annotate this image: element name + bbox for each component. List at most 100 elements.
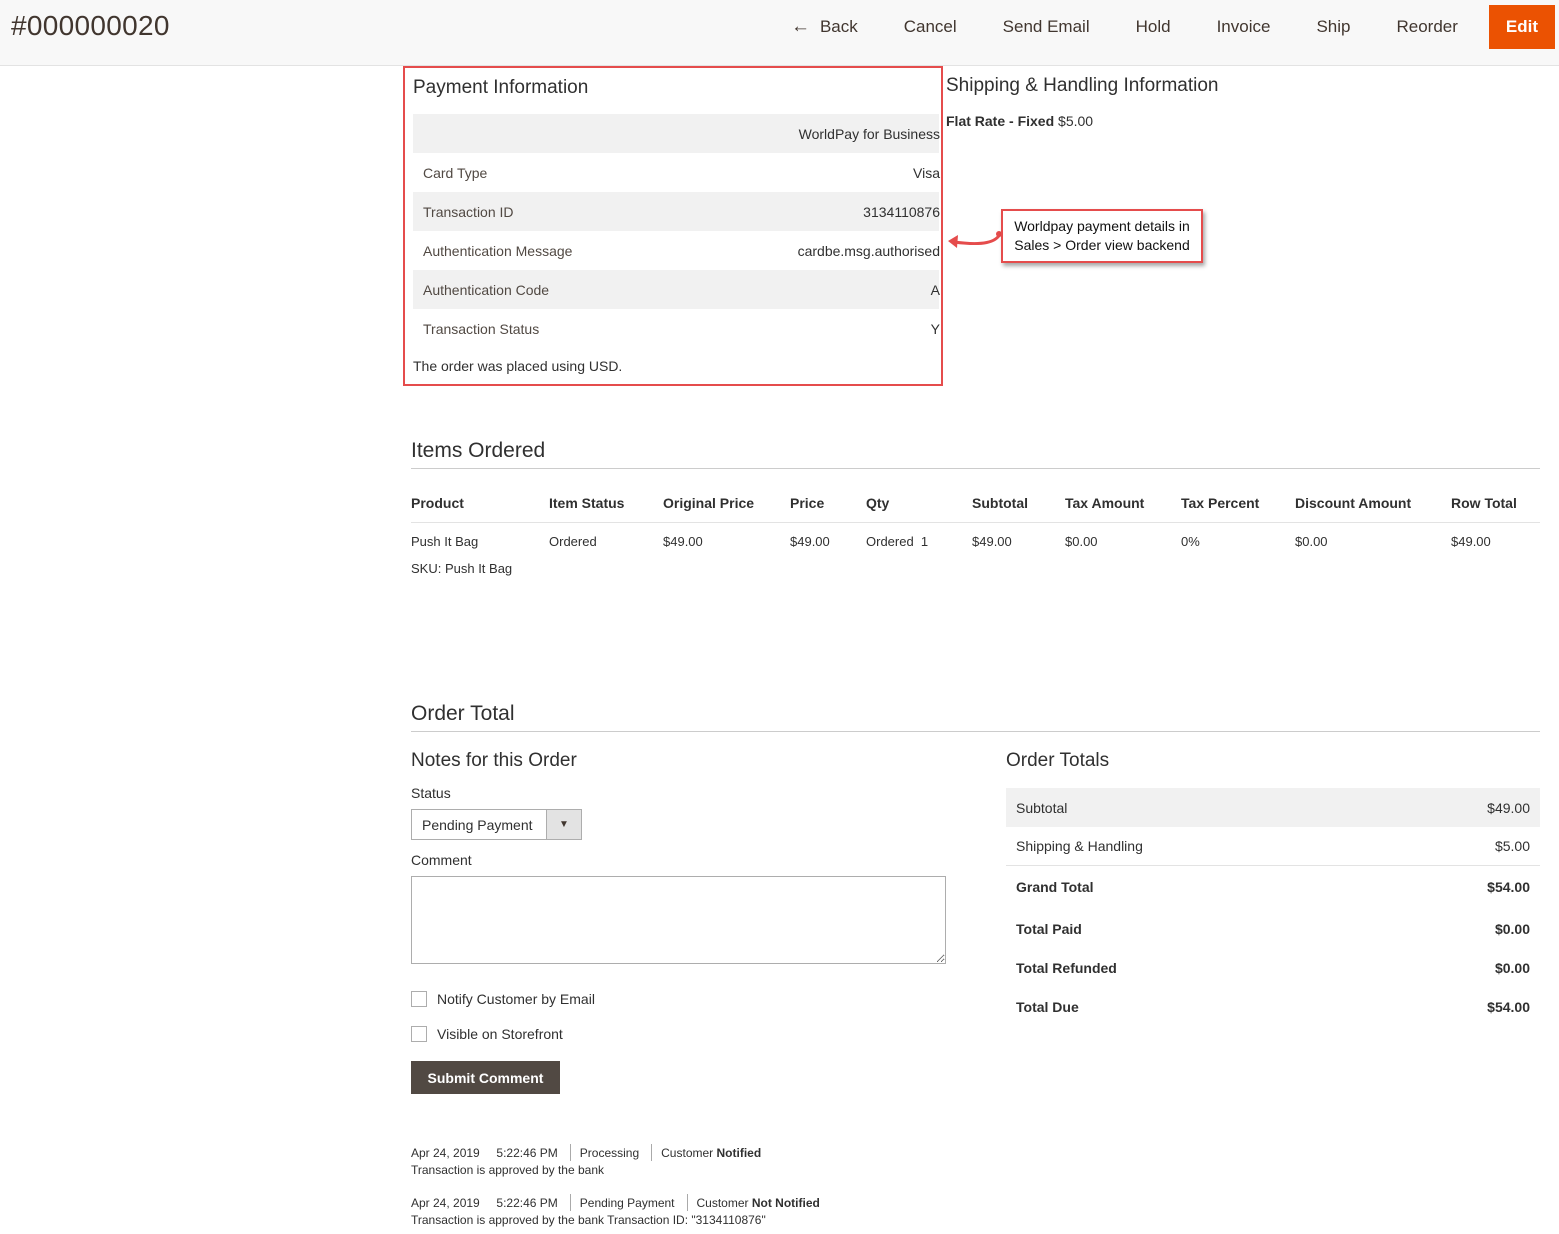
caret-down-icon: ▼ <box>546 810 581 839</box>
history-status: Processing <box>579 1146 640 1160</box>
payment-detail-value: Visa <box>913 164 940 181</box>
order-totals-title: Order Totals <box>1006 750 1110 771</box>
payment-information-title: Payment Information <box>413 77 589 98</box>
payment-detail-value: cardbe.msg.authorised <box>797 242 940 259</box>
tax-amount: $0.00 <box>1065 534 1098 549</box>
divider <box>411 522 1540 523</box>
totals-label: Total Due <box>1016 998 1079 1015</box>
discount-amount: $0.00 <box>1295 534 1328 549</box>
row-total: $49.00 <box>1451 534 1491 549</box>
arrow-left-icon: ← <box>790 16 810 37</box>
column-header: Discount Amount <box>1295 495 1412 511</box>
original-price: $49.00 <box>663 534 703 549</box>
invoice-button[interactable]: Invoice <box>1194 5 1294 49</box>
totals-row: Total Paid $0.00 <box>1006 909 1540 948</box>
totals-label: Shipping & Handling <box>1016 838 1143 854</box>
column-header: Tax Amount <box>1065 495 1145 511</box>
history-entry: Apr 24, 2019 5:22:46 PM Processing Custome… <box>411 1144 761 1179</box>
history-date: Apr 24, 2019 <box>411 1146 480 1160</box>
item-status: Ordered <box>549 534 597 549</box>
ship-button[interactable]: Ship <box>1293 5 1373 49</box>
page-title: #000000020 <box>11 10 170 41</box>
notify-customer-label[interactable]: Notify Customer by Email <box>437 991 595 1007</box>
visible-storefront-checkbox[interactable] <box>411 1026 427 1042</box>
column-header: Subtotal <box>972 495 1028 511</box>
history-date: Apr 24, 2019 <box>411 1196 480 1210</box>
payment-method-value: WorldPay for Business <box>798 125 940 142</box>
column-header: Original Price <box>663 495 755 511</box>
product-name: Push It Bag <box>411 534 479 549</box>
totals-row: Total Refunded $0.00 <box>1006 948 1540 987</box>
totals-value: $5.00 <box>1494 838 1530 854</box>
visible-storefront-label[interactable]: Visible on Storefront <box>437 1026 563 1042</box>
history-time: 5:22:46 PM <box>496 1196 558 1210</box>
payment-detail-row: Authentication Code A <box>413 270 940 309</box>
status-select[interactable]: Pending Payment ▼ <box>411 809 582 840</box>
column-header: Row Total <box>1451 495 1517 511</box>
totals-value: $54.00 <box>1487 878 1530 895</box>
hold-button[interactable]: Hold <box>1113 5 1194 49</box>
history-comment: Transaction is approved by the bank <box>411 1163 605 1177</box>
payment-detail-value: 3134110876 <box>863 203 940 220</box>
payment-detail-row: Authentication Message cardbe.msg.author… <box>413 231 940 270</box>
history-comment: Transaction is approved by the bank Tran… <box>411 1213 766 1227</box>
column-header: Product <box>411 495 464 511</box>
history-customer: Customer <box>696 1196 749 1210</box>
totals-label: Total Paid <box>1016 920 1082 937</box>
tax-percent: 0% <box>1181 534 1200 549</box>
totals-label: Subtotal <box>1016 799 1068 816</box>
payment-detail-row: Transaction Status Y <box>413 309 940 348</box>
divider <box>411 731 1540 732</box>
payment-detail-label: Transaction Status <box>423 320 540 337</box>
history-status: Pending Payment <box>579 1196 675 1210</box>
payment-detail-label: Authentication Code <box>423 281 550 298</box>
payment-details-table: WorldPay for Business Card Type Visa Tra… <box>413 114 940 348</box>
notify-customer-checkbox[interactable] <box>411 991 427 1007</box>
payment-information-box: Payment Information WorldPay for Busines… <box>403 66 943 386</box>
submit-comment-button[interactable]: Submit Comment <box>411 1061 560 1094</box>
back-button[interactable]: ← Back <box>768 5 881 49</box>
payment-detail-label: Card Type <box>423 164 488 181</box>
totals-label: Grand Total <box>1016 878 1094 895</box>
shipping-handling-title: Shipping & Handling Information <box>946 75 1219 96</box>
payment-detail-row: Card Type Visa <box>413 153 940 192</box>
cancel-button[interactable]: Cancel <box>881 5 980 49</box>
comment-textarea[interactable] <box>411 876 946 964</box>
totals-row: Subtotal $49.00 <box>1006 788 1540 827</box>
price: $49.00 <box>790 534 830 549</box>
totals-value: $54.00 <box>1487 998 1530 1015</box>
send-email-button[interactable]: Send Email <box>980 5 1113 49</box>
notes-title: Notes for this Order <box>411 750 577 771</box>
totals-label: Total Refunded <box>1016 959 1117 976</box>
comment-label: Comment <box>411 852 472 868</box>
payment-detail-label: Transaction ID <box>423 203 514 220</box>
totals-value: $0.00 <box>1494 920 1530 937</box>
column-header: Price <box>790 495 825 511</box>
reorder-button[interactable]: Reorder <box>1373 5 1480 49</box>
payment-detail-value: A <box>930 281 940 298</box>
payment-method-row: WorldPay for Business <box>413 114 940 153</box>
product-sku: SKU: Push It Bag <box>411 561 513 576</box>
payment-detail-row: Transaction ID 3134110876 <box>413 192 940 231</box>
page-actions: ← Back Cancel Send Email Hold Invoice Sh… <box>768 5 1555 49</box>
back-label: Back <box>819 17 858 36</box>
history-entry: Apr 24, 2019 5:22:46 PM Pending Payment Cu… <box>411 1194 820 1229</box>
qty: Ordered 1 <box>866 534 929 549</box>
status-select-value: Pending Payment <box>422 816 533 833</box>
totals-row: Shipping & Handling $5.00 <box>1006 827 1540 866</box>
history-time: 5:22:46 PM <box>496 1146 558 1160</box>
totals-row: Grand Total $54.00 <box>1006 867 1540 906</box>
shipping-method: Flat Rate - Fixed $5.00 <box>946 113 1093 129</box>
history-notified: Not Notified <box>751 1196 820 1210</box>
items-ordered-title: Items Ordered <box>411 439 546 462</box>
totals-value: $49.00 <box>1487 799 1530 816</box>
shipping-method-name: Flat Rate - Fixed <box>946 113 1055 129</box>
payment-detail-label: Authentication Message <box>423 242 573 259</box>
subtotal: $49.00 <box>972 534 1012 549</box>
status-label: Status <box>411 785 451 801</box>
annotation-callout: Worldpay payment details in Sales > Orde… <box>1001 209 1203 263</box>
currency-note: The order was placed using USD. <box>413 358 623 374</box>
column-header: Tax Percent <box>1181 495 1260 511</box>
edit-button[interactable]: Edit <box>1488 5 1555 49</box>
order-total-title: Order Total <box>411 702 515 725</box>
